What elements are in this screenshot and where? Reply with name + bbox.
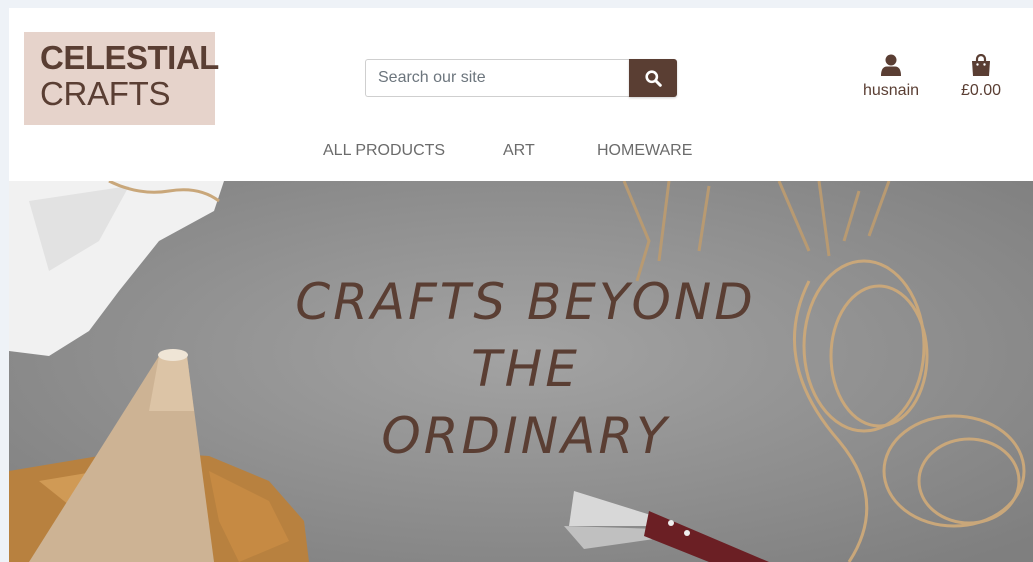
logo-line-1: CELESTIAL [40,39,219,76]
my-account-link[interactable]: husnain [854,54,928,100]
logo-line-2: CRAFTS [40,75,171,113]
search-form [365,59,677,97]
hero-headline: CRAFTS BEYOND THE ORDINARY [9,269,1033,470]
user-icon [881,54,901,76]
hero-line-2: THE [471,340,580,398]
bag-total: £0.00 [960,82,1002,99]
account-username: husnain [862,82,920,99]
nav-art[interactable]: ART [503,142,535,160]
page: CELESTIAL CRAFTS husnain [9,8,1033,562]
site-logo[interactable]: CELESTIAL CRAFTS [24,32,219,125]
shopping-bag-icon [972,53,990,76]
search-button[interactable] [629,59,677,97]
nav-homeware[interactable]: HOMEWARE [597,142,692,160]
hero-line-1: CRAFTS BEYOND [295,273,756,331]
main-nav: ALL PRODUCTS ART HOMEWARE [9,142,1033,166]
search-icon [644,69,662,87]
nav-all-products[interactable]: ALL PRODUCTS [323,142,445,160]
shopping-bag-link[interactable]: £0.00 [950,53,1012,100]
search-input[interactable] [365,59,629,97]
hero-line-3: ORDINARY [381,407,670,465]
hero-banner: CRAFTS BEYOND THE ORDINARY [9,181,1033,562]
